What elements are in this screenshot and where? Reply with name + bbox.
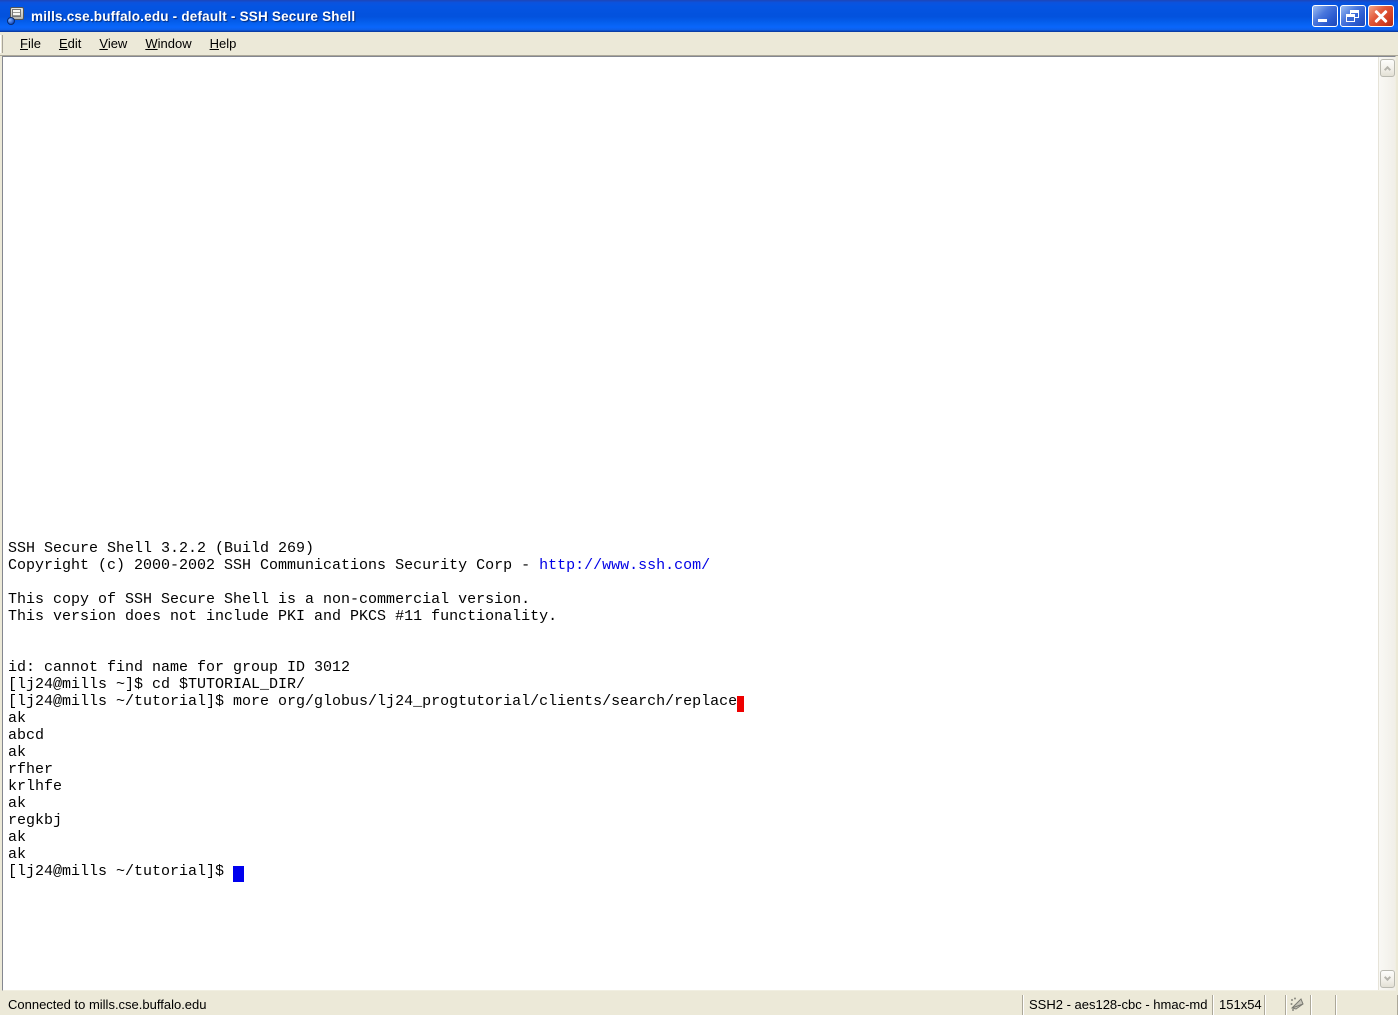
terminal-line: [lj24@mills ~/tutorial]$ more org/globus… bbox=[8, 693, 1374, 710]
terminal-line: ak bbox=[8, 829, 1374, 846]
terminal-line: This version does not include PKI and PK… bbox=[8, 608, 1374, 625]
terminal-panel: SSH Secure Shell 3.2.2 (Build 269)Copyri… bbox=[2, 56, 1396, 991]
terminal-line: ak bbox=[8, 744, 1374, 761]
terminal-line: regkbj bbox=[8, 812, 1374, 829]
status-pane-empty-3 bbox=[1335, 995, 1398, 1015]
terminal-outer: SSH Secure Shell 3.2.2 (Build 269)Copyri… bbox=[0, 56, 1398, 993]
terminal-line: [lj24@mills ~]$ cd $TUTORIAL_DIR/ bbox=[8, 676, 1374, 693]
terminal-text: [lj24@mills ~/tutorial]$ bbox=[8, 863, 233, 880]
window-title: mills.cse.buffalo.edu - default - SSH Se… bbox=[31, 9, 355, 24]
terminal-text: krlhfe bbox=[8, 778, 62, 795]
chevron-down-icon bbox=[1384, 974, 1391, 981]
menu-item-edit[interactable]: Edit bbox=[50, 33, 90, 54]
minimize-icon bbox=[1318, 19, 1327, 22]
ssh-secure-shell-window: mills.cse.buffalo.edu - default - SSH Se… bbox=[0, 0, 1398, 1015]
status-pen-icon bbox=[1290, 997, 1305, 1011]
terminal-text: ak bbox=[8, 744, 26, 761]
terminal-text: This copy of SSH Secure Shell is a non-c… bbox=[8, 591, 530, 608]
menu-item-window[interactable]: Window bbox=[136, 33, 200, 54]
terminal-text: ak bbox=[8, 710, 26, 727]
terminal-line bbox=[8, 642, 1374, 659]
terminal-screen[interactable]: SSH Secure Shell 3.2.2 (Build 269)Copyri… bbox=[3, 57, 1378, 990]
menu-bar: File Edit View Window Help bbox=[0, 32, 1398, 56]
block-cursor-red bbox=[737, 696, 744, 712]
status-pane-empty-2 bbox=[1310, 995, 1335, 1015]
terminal-line: Copyright (c) 2000-2002 SSH Communicatio… bbox=[8, 557, 1374, 574]
terminal-size-pane: 151x54 bbox=[1212, 995, 1264, 1015]
terminal-line: rfher bbox=[8, 761, 1374, 778]
terminal-text: SSH Secure Shell 3.2.2 (Build 269) bbox=[8, 540, 314, 557]
terminal-line bbox=[8, 625, 1374, 642]
globe-icon bbox=[7, 17, 15, 25]
terminal-text: abcd bbox=[8, 727, 44, 744]
terminal-line bbox=[8, 574, 1374, 591]
app-icon[interactable] bbox=[7, 7, 25, 25]
connection-status: Connected to mills.cse.buffalo.edu bbox=[0, 995, 1022, 1015]
status-icon-pane bbox=[1285, 995, 1310, 1015]
scroll-down-button[interactable] bbox=[1380, 970, 1395, 988]
close-button[interactable] bbox=[1368, 5, 1394, 27]
terminal-text: ak bbox=[8, 846, 26, 863]
terminal-line: id: cannot find name for group ID 3012 bbox=[8, 659, 1374, 676]
window-controls bbox=[1312, 5, 1394, 27]
menubar-gripper[interactable] bbox=[0, 35, 3, 53]
terminal-text: ak bbox=[8, 795, 26, 812]
menu-item-file[interactable]: File bbox=[11, 33, 50, 54]
terminal-line: ak bbox=[8, 710, 1374, 727]
chevron-up-icon bbox=[1384, 66, 1391, 73]
terminal-line: krlhfe bbox=[8, 778, 1374, 795]
terminal-line: ak bbox=[8, 846, 1374, 863]
terminal-text: id: cannot find name for group ID 3012 bbox=[8, 659, 350, 676]
monitor-icon-screen bbox=[12, 9, 21, 17]
terminal-line: This copy of SSH Secure Shell is a non-c… bbox=[8, 591, 1374, 608]
terminal-text: Copyright (c) 2000-2002 SSH Communicatio… bbox=[8, 557, 539, 574]
block-cursor-blue bbox=[233, 866, 244, 882]
status-bar: Connected to mills.cse.buffalo.edu SSH2 … bbox=[0, 993, 1398, 1015]
menu-item-help[interactable]: Help bbox=[201, 33, 246, 54]
terminal-line: ak bbox=[8, 795, 1374, 812]
terminal-text: [lj24@mills ~/tutorial]$ more org/globus… bbox=[8, 693, 737, 710]
terminal-text: [lj24@mills ~]$ cd $TUTORIAL_DIR/ bbox=[8, 676, 305, 693]
ssh-website-link[interactable]: http://www.ssh.com/ bbox=[539, 557, 710, 574]
status-pane-empty-1 bbox=[1264, 995, 1285, 1015]
title-bar[interactable]: mills.cse.buffalo.edu - default - SSH Se… bbox=[0, 0, 1398, 32]
minimize-button[interactable] bbox=[1312, 5, 1338, 27]
terminal-line: abcd bbox=[8, 727, 1374, 744]
restore-button[interactable] bbox=[1340, 5, 1366, 27]
terminal-text: ak bbox=[8, 829, 26, 846]
terminal-text: This version does not include PKI and PK… bbox=[8, 608, 557, 625]
scroll-up-button[interactable] bbox=[1380, 59, 1395, 77]
terminal-text: regkbj bbox=[8, 812, 62, 829]
terminal-line: SSH Secure Shell 3.2.2 (Build 269) bbox=[8, 540, 1374, 557]
terminal-text: rfher bbox=[8, 761, 53, 778]
terminal-line: [lj24@mills ~/tutorial]$ bbox=[8, 863, 1374, 880]
encryption-pane: SSH2 - aes128-cbc - hmac-md bbox=[1022, 995, 1212, 1015]
vertical-scrollbar[interactable] bbox=[1378, 57, 1395, 990]
menu-item-view[interactable]: View bbox=[90, 33, 136, 54]
